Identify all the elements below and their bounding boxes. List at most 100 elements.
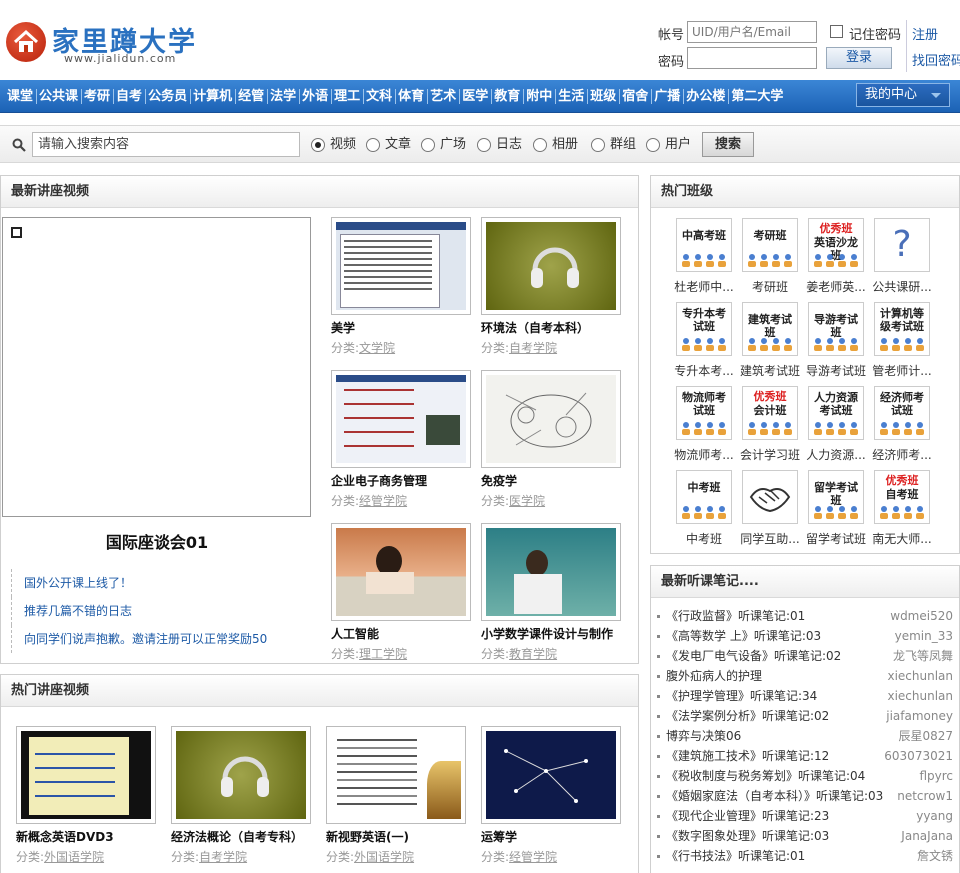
note-user[interactable]: 詹文锈 <box>917 846 953 866</box>
video-title[interactable]: 运筹学 <box>481 828 631 845</box>
note-title[interactable]: 《护理学管理》听课笔记:34 <box>666 686 817 706</box>
class-icon[interactable]: 留学考试班 <box>808 470 864 524</box>
note-title[interactable]: 《行政监督》听课笔记:01 <box>666 606 805 626</box>
video-category[interactable]: 分类:外国语学院 <box>16 848 104 865</box>
category-link[interactable]: 经管学院 <box>509 850 557 864</box>
account-input[interactable]: UID/用户名/Email <box>687 21 817 43</box>
video-title[interactable]: 免疫学 <box>481 472 631 489</box>
note-user[interactable]: 603073021 <box>884 746 953 766</box>
class-item[interactable]: 优秀班 英语沙龙班 姜老师英... <box>805 218 867 296</box>
search-type-radio[interactable] <box>477 138 491 152</box>
note-title[interactable]: 《婚姻家庭法（自考本科）》听课笔记:03 <box>666 786 883 806</box>
class-item[interactable]: 导游考试班 导游考试班 <box>805 302 867 380</box>
class-item[interactable]: 同学互助... <box>739 470 801 548</box>
search-type-radio[interactable] <box>591 138 605 152</box>
nav-item[interactable]: 第二大学 <box>728 80 786 113</box>
register-link[interactable]: 注册 <box>912 24 938 43</box>
class-icon[interactable]: 建筑考试班 <box>742 302 798 356</box>
class-icon[interactable]: 考研班 <box>742 218 798 272</box>
search-type-radio[interactable] <box>533 138 547 152</box>
nav-item[interactable]: 体育 <box>395 80 427 113</box>
video-thumbnail[interactable] <box>481 370 621 468</box>
category-link[interactable]: 理工学院 <box>359 647 407 661</box>
note-user[interactable]: flpyrc <box>919 766 953 786</box>
video-category[interactable]: 分类:自考学院 <box>171 848 247 865</box>
video-category[interactable]: 分类:教育学院 <box>481 645 557 662</box>
note-user[interactable]: 龙飞等凤舞 <box>893 646 953 666</box>
news-item[interactable]: 国外公开课上线了！ <box>11 569 311 597</box>
player-title[interactable]: 国际座谈会01 <box>1 529 313 553</box>
class-icon[interactable]: 导游考试班 <box>808 302 864 356</box>
video-card[interactable]: 免疫学 分类:医学院 <box>481 370 623 520</box>
search-type-radio[interactable] <box>366 138 380 152</box>
video-card[interactable]: 人工智能 分类:理工学院 <box>331 523 473 673</box>
class-item[interactable]: 专升本考试班 专升本考... <box>673 302 735 380</box>
video-title[interactable]: 人工智能 <box>331 625 481 642</box>
video-title[interactable]: 新概念英语DVD3 <box>16 828 166 845</box>
password-input[interactable] <box>687 47 817 69</box>
search-type-label[interactable]: 日志 <box>496 138 522 152</box>
video-title[interactable]: 环境法（自考本科） <box>481 319 631 336</box>
class-item[interactable]: 中高考班 杜老师中... <box>673 218 735 296</box>
nav-item[interactable]: 广播 <box>651 80 683 113</box>
video-thumbnail[interactable] <box>331 217 471 315</box>
class-name[interactable]: 同学互助... <box>735 530 805 547</box>
category-link[interactable]: 教育学院 <box>509 647 557 661</box>
nav-item[interactable]: 法学 <box>267 80 299 113</box>
my-center-dropdown[interactable]: 我的中心 <box>856 83 950 107</box>
nav-item[interactable]: 教育 <box>491 80 523 113</box>
nav-item[interactable]: 办公楼 <box>683 80 728 113</box>
category-link[interactable]: 文学院 <box>359 341 395 355</box>
video-card[interactable]: 经济法概论（自考专科） 分类:自考学院 <box>171 726 313 873</box>
site-logo[interactable]: 家里蹲大学 www.jialidun.com <box>6 20 206 65</box>
class-name[interactable]: 经济师考... <box>867 446 937 463</box>
class-item[interactable]: 考研班 考研班 <box>739 218 801 296</box>
class-item[interactable]: 经济师考试班 经济师考... <box>871 386 933 464</box>
class-item[interactable]: 计算机等级考试班 管老师计... <box>871 302 933 380</box>
class-item[interactable]: 建筑考试班 建筑考试班 <box>739 302 801 380</box>
video-thumbnail[interactable] <box>171 726 311 824</box>
class-icon[interactable]: 优秀班 英语沙龙班 <box>808 218 864 272</box>
class-item[interactable]: 优秀班 自考班 南无大师... <box>871 470 933 548</box>
nav-item[interactable]: 附中 <box>523 80 555 113</box>
nav-item[interactable]: 自考 <box>113 80 145 113</box>
video-card[interactable]: 运筹学 分类:经管学院 <box>481 726 623 873</box>
class-name[interactable]: 中考班 <box>669 530 739 547</box>
category-link[interactable]: 外国语学院 <box>44 850 104 864</box>
search-type-label[interactable]: 用户 <box>665 138 691 152</box>
video-title[interactable]: 新视野英语(一) <box>326 828 476 845</box>
nav-item[interactable]: 医学 <box>459 80 491 113</box>
nav-item[interactable]: 经管 <box>235 80 267 113</box>
search-type-label[interactable]: 文章 <box>385 138 411 152</box>
video-category[interactable]: 分类:外国语学院 <box>326 848 414 865</box>
nav-item[interactable]: 公务员 <box>145 80 190 113</box>
video-thumbnail[interactable] <box>331 370 471 468</box>
video-title[interactable]: 美学 <box>331 319 481 336</box>
note-user[interactable]: xiechunlan <box>887 686 953 706</box>
nav-item[interactable]: 公共课 <box>36 80 81 113</box>
class-name[interactable]: 考研班 <box>735 278 805 295</box>
video-thumbnail[interactable] <box>481 726 621 824</box>
note-title[interactable]: 《数字图象处理》听课笔记:03 <box>666 826 829 846</box>
note-title[interactable]: 腹外疝病人的护理 <box>666 666 762 686</box>
note-title[interactable]: 《法学案例分析》听课笔记:02 <box>666 706 829 726</box>
news-item[interactable]: 推荐几篇不错的日志 <box>11 597 311 625</box>
video-category[interactable]: 分类:理工学院 <box>331 645 407 662</box>
category-link[interactable]: 医学院 <box>509 494 545 508</box>
class-name[interactable]: 人力资源... <box>801 446 871 463</box>
note-user[interactable]: netcrow1 <box>897 786 953 806</box>
video-card[interactable]: 新视野英语(一) 分类:外国语学院 <box>326 726 468 873</box>
video-title[interactable]: 经济法概论（自考专科） <box>171 828 321 845</box>
nav-item[interactable]: 文科 <box>363 80 395 113</box>
video-category[interactable]: 分类:经管学院 <box>331 492 407 509</box>
class-name[interactable]: 公共课研... <box>867 278 937 295</box>
video-title[interactable]: 小学数学课件设计与制作 <box>481 625 631 642</box>
class-item[interactable]: 优秀班 会计班 会计学习班 <box>739 386 801 464</box>
search-type-label[interactable]: 视频 <box>330 138 356 152</box>
remember-checkbox[interactable] <box>830 25 843 38</box>
class-item[interactable]: 留学考试班 留学考试班 <box>805 470 867 548</box>
video-category[interactable]: 分类:医学院 <box>481 492 545 509</box>
class-item[interactable]: 中考班 中考班 <box>673 470 735 548</box>
nav-item[interactable]: 考研 <box>81 80 113 113</box>
category-link[interactable]: 经管学院 <box>359 494 407 508</box>
